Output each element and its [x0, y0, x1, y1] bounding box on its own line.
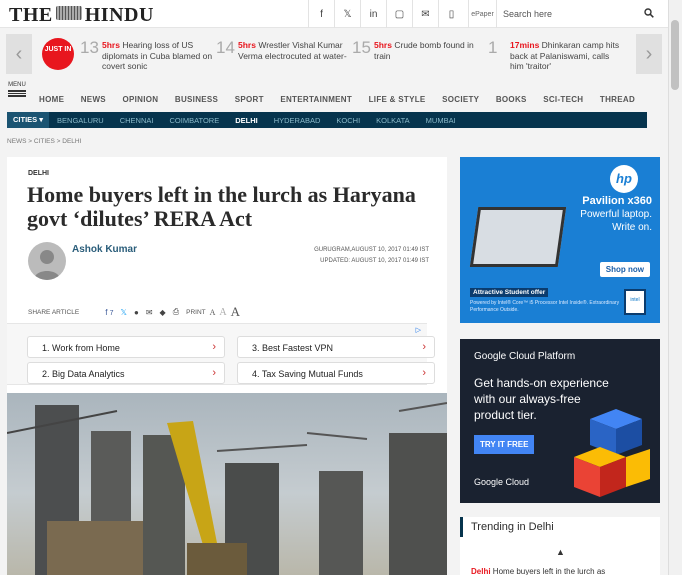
nav-home[interactable]: HOME	[39, 95, 64, 104]
nav-business[interactable]: BUSINESS	[175, 95, 218, 104]
city-mumbai[interactable]: MUMBAI	[426, 116, 456, 125]
hp-logo: hp	[610, 165, 638, 193]
print-icon[interactable]: ⎙	[173, 307, 179, 317]
chevron-right-icon: ›	[212, 341, 216, 353]
font-size-small[interactable]: A	[210, 308, 216, 317]
intel-fine-print: Powered by Intel® Core™ i5 Processor Int…	[470, 300, 620, 313]
comment-icon[interactable]: ◆	[160, 308, 166, 317]
gcp-brand: Google Cloud Platform	[474, 351, 576, 362]
chevron-right-icon: ›	[422, 341, 426, 353]
twitter-icon[interactable]: 𝕏	[334, 0, 360, 28]
page-scrollbar[interactable]	[668, 0, 682, 575]
nav-society[interactable]: SOCIETY	[442, 95, 479, 104]
font-size-medium[interactable]: A	[219, 307, 226, 318]
just-in-ticker: ‹ JUST IN 13 5hrs Hearing loss of US dip…	[0, 28, 668, 80]
nav-sport[interactable]: SPORT	[235, 95, 264, 104]
mobile-icon[interactable]: ▯	[438, 0, 464, 28]
chevron-right-icon: ›	[422, 367, 426, 379]
epaper-link[interactable]: ePaper	[468, 0, 496, 28]
city-kolkata[interactable]: KOLKATA	[376, 116, 409, 125]
city-coimbatore[interactable]: COIMBATORE	[169, 116, 219, 125]
search-icon[interactable]	[644, 8, 654, 18]
nav-sci-tech[interactable]: SCI-TECH	[543, 95, 583, 104]
chevron-right-icon: ›	[212, 367, 216, 379]
search-input[interactable]: Search here	[496, 0, 660, 28]
city-chennai[interactable]: CHENNAI	[120, 116, 154, 125]
trending-panel: Trending in Delhi ▲ Delhi Home buyers le…	[460, 517, 660, 575]
share-bar: SHARE ARTICLE f 7 𝕏 ● ✉ ◆ ⎙ PRINT A A A	[28, 304, 240, 320]
updated-date: UPDATED: AUGUST 10, 2017 01:49 IST	[320, 258, 429, 264]
article-photo[interactable]	[7, 393, 447, 575]
scrollbar-thumb[interactable]	[671, 20, 679, 90]
nav-entertainment[interactable]: ENTERTAINMENT	[280, 95, 352, 104]
email-share-icon[interactable]: ✉	[146, 308, 153, 317]
ad-link[interactable]: 4. Tax Saving Mutual Funds ›	[237, 362, 435, 384]
instagram-icon[interactable]: ▢	[386, 0, 412, 28]
just-in-badge: JUST IN	[42, 38, 74, 70]
student-offer-label: Attractive Student offer	[470, 288, 549, 297]
mail-icon[interactable]: ✉	[412, 0, 438, 28]
ticker-prev-button[interactable]: ‹	[6, 34, 32, 74]
try-it-free-button[interactable]: TRY IT FREE	[474, 435, 535, 454]
ad-link[interactable]: 1. Work from Home ›	[27, 336, 225, 358]
laptop-image	[469, 207, 567, 267]
nav-opinion[interactable]: OPINION	[122, 95, 158, 104]
city-hyderabad[interactable]: HYDERABAD	[274, 116, 321, 125]
nav-news[interactable]: NEWS	[81, 95, 106, 104]
sponsored-links: ▷ 1. Work from Home › 3. Best Fastest VPN…	[7, 323, 435, 385]
shop-now-button[interactable]: Shop now	[599, 262, 650, 277]
facebook-share-icon[interactable]: f 7	[105, 308, 113, 317]
menu-button[interactable]: MENU	[8, 82, 26, 98]
dateline: GURUGRAM,AUGUST 10, 2017 01:49 IST	[314, 247, 429, 253]
share-label: SHARE ARTICLE	[28, 308, 80, 316]
top-bar: THE HINDU f 𝕏 in ▢ ✉ ▯ ePaper Search here	[0, 0, 668, 28]
ad-link[interactable]: 3. Best Fastest VPN ›	[237, 336, 435, 358]
nav-life-style[interactable]: LIFE & STYLE	[369, 95, 426, 104]
article-dates: GURUGRAM,AUGUST 10, 2017 01:49 IST UPDAT…	[314, 245, 429, 267]
ad-link[interactable]: 2. Big Data Analytics ›	[27, 362, 225, 384]
trending-title: Trending in Delhi	[471, 521, 554, 533]
ticker-next-button[interactable]: ›	[636, 34, 662, 74]
facebook-icon[interactable]: f	[308, 0, 334, 28]
linkedin-icon[interactable]: in	[360, 0, 386, 28]
scroll-up-icon[interactable]: ▲	[556, 547, 565, 557]
font-size-large[interactable]: A	[231, 304, 240, 320]
gcp-footer-logo: Google Cloud	[474, 477, 530, 487]
city-kochi[interactable]: KOCHI	[336, 116, 360, 125]
google-cloud-ad[interactable]: Google Cloud Platform Get hands-on exper…	[460, 339, 660, 503]
print-label[interactable]: PRINT	[186, 309, 206, 316]
search-placeholder: Search here	[503, 9, 553, 19]
menu-label: MENU	[8, 82, 26, 88]
article-headline: Home buyers left in the lurch as Haryana…	[27, 182, 416, 231]
city-delhi[interactable]: DELHI	[235, 116, 258, 125]
trending-item[interactable]: Delhi Home buyers left in the lurch as	[471, 567, 605, 575]
cities-dropdown[interactable]: CITIES ▾	[7, 112, 50, 128]
nav-thread[interactable]: THREAD	[600, 95, 635, 104]
isometric-blocks-graphic	[574, 409, 650, 497]
hp-ad-copy: Pavilion x360 Powerful laptop. Write on.	[580, 195, 652, 233]
intel-badge: intel	[624, 289, 646, 315]
person-icon	[34, 250, 60, 280]
hp-ad-banner[interactable]: hp Pavilion x360 Powerful laptop. Write …	[460, 157, 660, 323]
reddit-share-icon[interactable]: ●	[134, 308, 139, 317]
author-name[interactable]: Ashok Kumar	[72, 244, 137, 255]
crest-icon	[55, 6, 82, 20]
article-kicker[interactable]: DELHI	[28, 170, 49, 177]
breadcrumb[interactable]: NEWS > CITIES > DELHI	[7, 138, 81, 145]
nav-books[interactable]: BOOKS	[496, 95, 527, 104]
article-card: DELHI Home buyers left in the lurch as H…	[7, 157, 447, 575]
twitter-share-icon[interactable]: 𝕏	[121, 308, 127, 317]
construction-skyline-image	[7, 402, 447, 575]
site-logo[interactable]: THE HINDU	[9, 4, 154, 27]
adchoices-icon[interactable]: ▷	[416, 326, 421, 334]
city-bengaluru[interactable]: BENGALURU	[57, 116, 104, 125]
author-avatar[interactable]	[28, 242, 66, 280]
cities-bar: CITIES ▾ BENGALURU CHENNAI COIMBATORE DE…	[7, 112, 647, 128]
main-nav: HOME NEWS OPINION BUSINESS SPORT ENTERTA…	[39, 95, 649, 104]
